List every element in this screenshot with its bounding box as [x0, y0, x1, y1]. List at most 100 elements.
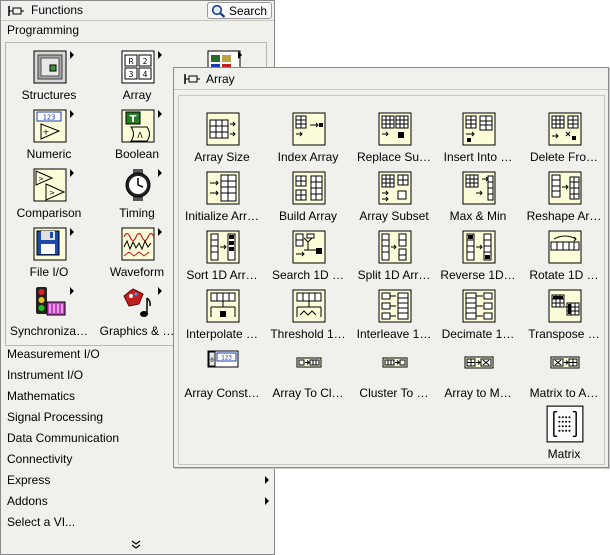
delete-from-array-item[interactable]: Delete Fro…: [521, 110, 607, 169]
file-io-item[interactable]: File I/O: [6, 225, 92, 284]
svg-text:123: 123: [221, 355, 232, 362]
interleave-1d-arrays-item[interactable]: Interleave 1…: [351, 287, 437, 346]
svg-text:T: T: [130, 114, 137, 125]
boolean-item[interactable]: T Λ Boolean: [94, 107, 180, 166]
interpolate-array-item[interactable]: Interpolate …: [179, 287, 265, 346]
replace-subset-item[interactable]: Replace Su…: [351, 110, 437, 169]
array-to-cluster-label: Array To Cl…: [272, 386, 344, 400]
search-1d-array-icon: [292, 230, 326, 264]
rotate-1d-array-icon: [548, 230, 582, 264]
array-item[interactable]: R 2 3 4 Array: [94, 48, 180, 107]
category-addons[interactable]: Addons: [1, 491, 274, 512]
index-array-item[interactable]: Index Array: [265, 110, 351, 169]
threshold-1d-array-icon: [292, 289, 326, 323]
decimate-1d-array-icon: [462, 289, 496, 323]
waveform-label: Waveform: [109, 265, 165, 279]
structures-item[interactable]: Structures: [6, 48, 92, 107]
insert-into-array-label: Insert Into …: [443, 150, 513, 164]
category-label: Data Communication: [7, 431, 120, 445]
svg-text:2: 2: [143, 57, 148, 66]
replace-subset-icon: [378, 112, 412, 146]
initialize-array-item[interactable]: Initialize Arr…: [179, 169, 265, 228]
category-label: Express: [7, 473, 51, 487]
category-label: Instrument I/O: [7, 368, 84, 382]
transpose-2d-array-item[interactable]: Transpose …: [521, 287, 607, 346]
cluster-to-array-label: Cluster To …: [359, 386, 429, 400]
reverse-1d-array-icon: [462, 230, 496, 264]
waveform-item[interactable]: Waveform: [94, 225, 180, 284]
array-titlebar[interactable]: Array: [174, 68, 608, 90]
comparison-icon: > >: [33, 168, 67, 202]
decimate-1d-array-label: Decimate 1…: [441, 327, 515, 341]
search-icon: [211, 4, 226, 18]
sort-1d-array-item[interactable]: Sort 1D Arr…: [179, 228, 265, 287]
category-express[interactable]: Express: [1, 470, 274, 491]
timing-label: Timing: [119, 206, 155, 220]
array-size-label: Array Size: [194, 150, 250, 164]
initialize-array-label: Initialize Arr…: [184, 209, 260, 223]
rotate-1d-array-item[interactable]: Rotate 1D …: [521, 228, 607, 287]
index-array-icon: [292, 112, 326, 146]
transpose-2d-array-icon: [548, 289, 582, 323]
timing-icon: [125, 169, 151, 201]
array-to-matrix-label: Array to M…: [444, 386, 512, 400]
numeric-icon: 123 +: [33, 109, 67, 143]
search-1d-array-item[interactable]: Search 1D …: [265, 228, 351, 287]
comparison-item[interactable]: > > Comparison: [6, 166, 92, 225]
numeric-item[interactable]: 123 + Numeric: [6, 107, 92, 166]
svg-text:Λ: Λ: [137, 131, 143, 140]
insert-into-array-item[interactable]: Insert Into …: [435, 110, 521, 169]
array-subset-icon: [378, 171, 412, 205]
reverse-1d-array-label: Reverse 1D…: [440, 268, 516, 282]
svg-text:4: 4: [143, 70, 148, 79]
array-subset-item[interactable]: Array Subset: [351, 169, 437, 228]
array-palette: Array Array Size Index Array Replace Su……: [173, 67, 609, 468]
split-1d-array-item[interactable]: Split 1D Arr…: [351, 228, 437, 287]
reshape-array-item[interactable]: Reshape Ar…: [521, 169, 607, 228]
matrix-item[interactable]: Matrix: [521, 405, 607, 464]
synchronization-item[interactable]: Synchroniza…: [6, 284, 92, 343]
svg-text:123: 123: [43, 114, 56, 122]
category-label: Measurement I/O: [7, 347, 100, 361]
file-io-label: File I/O: [29, 265, 69, 279]
synchronization-icon: [36, 287, 66, 316]
build-array-icon: [292, 171, 326, 205]
array-to-matrix-item[interactable]: Array to M…: [435, 346, 521, 405]
structures-label: Structures: [21, 88, 77, 102]
cluster-to-array-icon: [382, 357, 408, 368]
max-min-item[interactable]: Max & Min: [435, 169, 521, 228]
array-constant-item[interactable]: 0 123 Array Const…: [179, 346, 265, 405]
svg-text:R: R: [129, 57, 134, 66]
cluster-to-array-item[interactable]: Cluster To …: [351, 346, 437, 405]
svg-text:>: >: [38, 175, 44, 183]
pin-icon[interactable]: [184, 73, 200, 85]
decimate-1d-array-item[interactable]: Decimate 1…: [435, 287, 521, 346]
array-size-item[interactable]: Array Size: [179, 110, 265, 169]
expand-more-icon[interactable]: [131, 540, 141, 550]
structures-icon: [33, 50, 67, 84]
svg-text:>: >: [49, 189, 55, 197]
array-constant-label: Array Const…: [184, 386, 260, 400]
pin-icon[interactable]: [8, 5, 24, 17]
split-1d-array-icon: [378, 230, 412, 264]
graphics-sound-item[interactable]: Graphics & …: [94, 284, 180, 343]
matrix-label: Matrix: [547, 447, 581, 461]
matrix-to-array-item[interactable]: Matrix to A…: [521, 346, 607, 405]
delete-from-array-icon: [548, 112, 582, 146]
programming-category[interactable]: Programming: [1, 21, 274, 40]
category-select-a-vi[interactable]: Select a VI...: [1, 512, 274, 533]
array-constant-icon: 0 123: [207, 350, 239, 368]
search-button[interactable]: Search: [207, 2, 272, 19]
interpolate-array-icon: [206, 289, 240, 323]
max-min-icon: [462, 171, 496, 205]
threshold-1d-array-label: Threshold 1…: [270, 327, 346, 341]
array-to-cluster-icon: [296, 357, 322, 368]
reshape-array-label: Reshape Ar…: [526, 209, 602, 223]
timing-item[interactable]: Timing: [94, 166, 180, 225]
build-array-item[interactable]: Build Array: [265, 169, 351, 228]
graphics-sound-icon: [123, 288, 151, 317]
threshold-1d-array-item[interactable]: Threshold 1…: [265, 287, 351, 346]
functions-titlebar[interactable]: Functions Search: [1, 1, 274, 21]
array-to-cluster-item[interactable]: Array To Cl…: [265, 346, 351, 405]
reverse-1d-array-item[interactable]: Reverse 1D…: [435, 228, 521, 287]
